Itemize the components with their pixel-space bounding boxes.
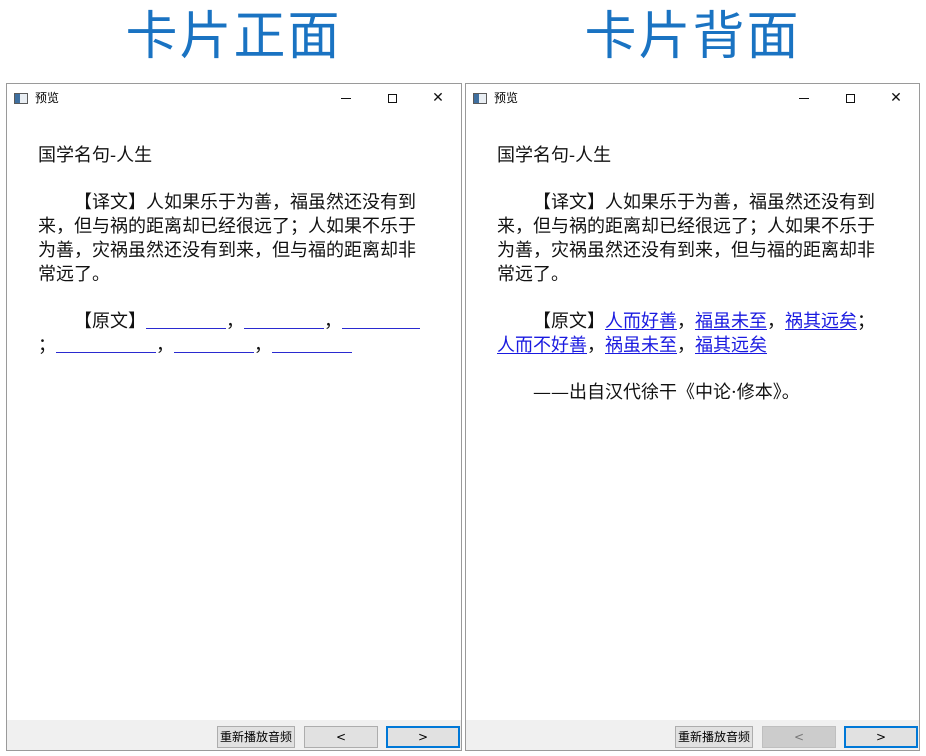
answer-link[interactable]: 人而好善: [605, 311, 677, 332]
answer-blank: [402, 310, 420, 329]
answer-blank: [174, 334, 254, 353]
window-title: 预览: [35, 91, 60, 105]
title-bar[interactable]: 预览 ✕: [7, 84, 461, 112]
card-content: 国学名句-人生 【译文】人如果乐于为善，福虽然还没有到来，但与祸的距离却已经很远…: [497, 144, 889, 428]
bottom-toolbar: 重新播放音频 < >: [7, 720, 461, 750]
card-title: 国学名句-人生: [38, 145, 153, 166]
answer-link[interactable]: 祸虽未至: [605, 335, 677, 356]
replay-audio-button[interactable]: 重新播放音频: [675, 726, 753, 748]
minimize-icon: [799, 97, 809, 99]
punct: ，: [677, 311, 695, 332]
punct: ，: [156, 335, 174, 356]
answer-link[interactable]: 福其远矣: [695, 335, 767, 356]
translation-text: 【译文】人如果乐于为善，福虽然还没有到来，但与祸的距离却已经很远了；人如果不乐于…: [497, 192, 875, 285]
answer-blank: [272, 334, 352, 353]
close-button[interactable]: ✕: [415, 84, 461, 112]
minimize-button[interactable]: [323, 84, 369, 112]
original-text-blanks: 【原文】 ， ， ； ， ，: [38, 310, 431, 358]
next-button[interactable]: >: [386, 726, 460, 748]
preview-window-front: 预览 ✕ 国学名句-人生 【译文】人如果乐于为善，福虽然还没有到来，但与祸的距离…: [6, 83, 462, 751]
title-bar[interactable]: 预览 ✕: [466, 84, 919, 112]
original-label: 【原文】: [74, 311, 146, 332]
answer-link[interactable]: 祸其远矣: [785, 311, 857, 332]
maximize-icon: [845, 93, 855, 103]
front-heading: 卡片正面: [125, 7, 342, 67]
next-button[interactable]: >: [844, 726, 918, 748]
answer-blank: [56, 334, 156, 353]
maximize-button[interactable]: [369, 84, 415, 112]
punct: ；: [857, 311, 875, 332]
original-label: 【原文】: [533, 311, 605, 332]
source-text: ——出自汉代徐干《中论·修本》。: [533, 382, 800, 403]
punct: ，: [767, 311, 785, 332]
punct: ，: [324, 311, 342, 332]
prev-button[interactable]: <: [304, 726, 378, 748]
answer-blank: [146, 310, 226, 329]
minimize-icon: [341, 97, 351, 99]
window-title: 预览: [494, 91, 519, 105]
prev-button-disabled[interactable]: <: [762, 726, 836, 748]
punct: ，: [587, 335, 605, 356]
app-icon: [14, 93, 28, 104]
replay-audio-button[interactable]: 重新播放音频: [217, 726, 295, 748]
back-heading: 卡片背面: [584, 7, 801, 67]
maximize-icon: [387, 93, 397, 103]
preview-window-back: 预览 ✕ 国学名句-人生 【译文】人如果乐于为善，福虽然还没有到来，但与祸的距离…: [465, 83, 920, 751]
answer-blank: [244, 310, 324, 329]
card-content: 国学名句-人生 【译文】人如果乐于为善，福虽然还没有到来，但与祸的距离却已经很远…: [38, 144, 431, 381]
bottom-toolbar: 重新播放音频 < >: [466, 720, 919, 750]
punct: ；: [38, 335, 56, 356]
card-title: 国学名句-人生: [497, 145, 612, 166]
original-text-answers: 【原文】人而好善，福虽未至，祸其远矣；人而不好善，祸虽未至，福其远矣: [497, 310, 889, 358]
maximize-button[interactable]: [827, 84, 873, 112]
answer-blank: [342, 310, 402, 329]
punct: ，: [254, 335, 272, 356]
translation-text: 【译文】人如果乐于为善，福虽然还没有到来，但与祸的距离却已经很远了；人如果不乐于…: [38, 192, 416, 285]
close-icon: ✕: [432, 90, 444, 106]
punct: ，: [226, 311, 244, 332]
answer-link[interactable]: 福虽未至: [695, 311, 767, 332]
minimize-button[interactable]: [781, 84, 827, 112]
close-button[interactable]: ✕: [873, 84, 919, 112]
punct: ，: [677, 335, 695, 356]
close-icon: ✕: [890, 90, 902, 106]
answer-link[interactable]: 人而不好善: [497, 335, 587, 356]
app-icon: [473, 93, 487, 104]
